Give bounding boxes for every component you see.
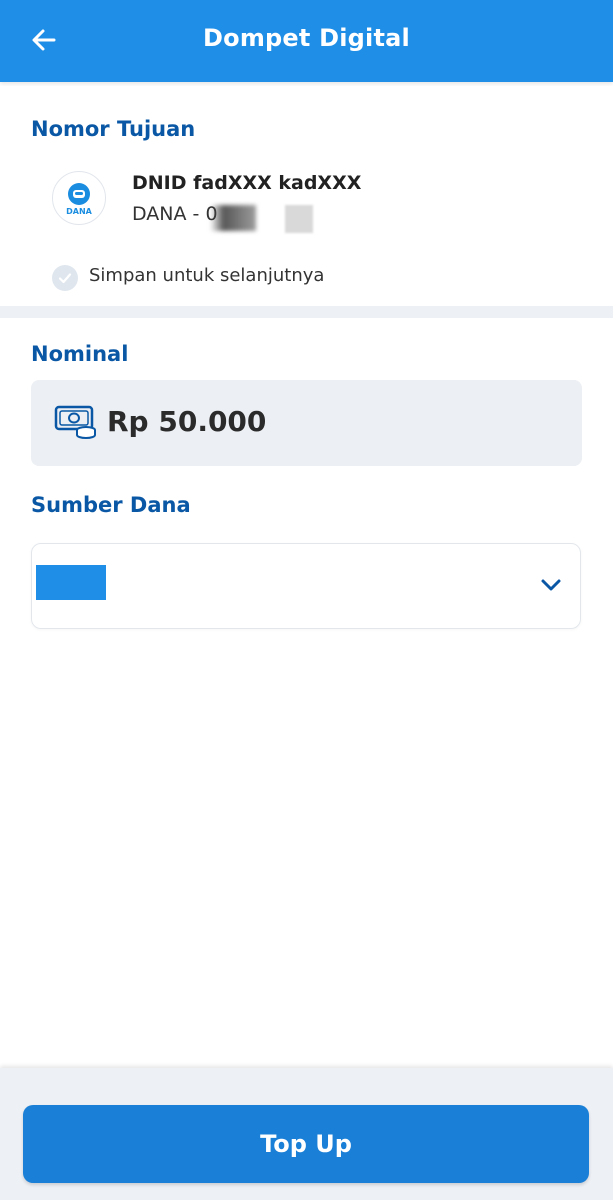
redaction-mask-light [285,205,313,233]
money-icon [54,405,96,439]
redaction-mask-source [36,565,106,600]
chevron-down-icon[interactable] [538,574,564,596]
check-icon [58,273,72,284]
source-section-label: Sumber Dana [31,493,191,517]
dana-logo-icon [68,183,90,205]
section-divider [0,306,613,318]
dana-logo-text: DANA [66,207,92,216]
recipient-section-label: Nomor Tujuan [31,117,196,141]
top-up-button[interactable]: Top Up [23,1105,589,1183]
amount-value: Rp 50.000 [107,405,267,438]
app-header: Dompet Digital [0,0,613,82]
amount-section-label: Nominal [31,342,129,366]
page-title: Dompet Digital [203,24,410,52]
save-for-later-label: Simpan untuk selanjutnya [89,265,325,286]
recipient-name: DNID fadXXX kadXXX [132,172,362,194]
redaction-mask [210,205,256,231]
dana-logo-avatar: DANA [52,171,106,225]
recipient-account: DANA - 0 [132,203,218,225]
app-root: Dompet Digital Nomor Tujuan DANA DNID fa… [0,0,613,1200]
save-checkbox[interactable] [52,265,78,291]
fund-source-dropdown[interactable] [31,543,581,629]
